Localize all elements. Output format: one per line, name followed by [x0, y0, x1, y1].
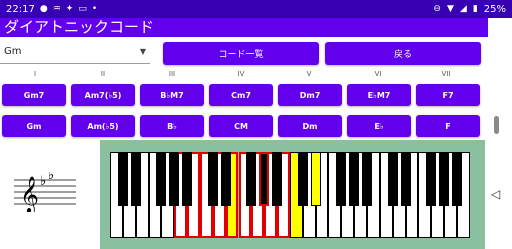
- chord-button-f7[interactable]: F7: [416, 84, 480, 106]
- degree-label-5: V: [306, 70, 312, 78]
- chord-button-gm[interactable]: Gm: [2, 115, 66, 137]
- black-key[interactable]: [117, 152, 128, 206]
- signal-icon: ◢: [459, 3, 467, 14]
- black-key[interactable]: [182, 152, 193, 206]
- black-key[interactable]: [451, 152, 462, 206]
- black-key[interactable]: [207, 152, 218, 206]
- battery-level: 25%: [483, 3, 506, 15]
- chord-button-amb5[interactable]: Am(♭5): [71, 115, 135, 137]
- wifi-icon: ▼: [446, 3, 454, 14]
- status-time: 22:17: [6, 3, 35, 15]
- more-dot-icon: •: [91, 3, 98, 14]
- chord-list-button[interactable]: コード一覧: [163, 42, 319, 65]
- app-root: 22:17 ● ♒ ✦ ▭ • ⊖ ▼ ◢ ▮ 25% ダイアトニックコード ◁…: [0, 0, 512, 249]
- degree-label-7: VII: [441, 70, 451, 78]
- treble-clef-icon: 𝄞: [20, 175, 39, 212]
- notification-icon: ♒: [52, 3, 61, 14]
- chord-button-f[interactable]: F: [416, 115, 480, 137]
- chord-button-gm7[interactable]: Gm7: [2, 84, 66, 106]
- flat-e-icon: ♭: [48, 172, 54, 183]
- black-key[interactable]: [246, 152, 257, 206]
- degree-label-1: I: [33, 70, 37, 78]
- black-key[interactable]: [310, 152, 321, 206]
- chord-button-bbm7[interactable]: B♭M7: [140, 84, 204, 106]
- app-title: ダイアトニックコード: [0, 18, 488, 37]
- navigation-strip: [488, 18, 512, 249]
- chord-button-am7b5[interactable]: Am7(♭5): [71, 84, 135, 106]
- black-key[interactable]: [220, 152, 231, 206]
- black-key[interactable]: [130, 152, 141, 206]
- back-button[interactable]: 戻る: [325, 42, 481, 65]
- black-key[interactable]: [439, 152, 450, 206]
- degree-label-2: II: [100, 70, 106, 78]
- black-key[interactable]: [387, 152, 398, 206]
- key-spinner[interactable]: Gm ▼: [0, 42, 150, 64]
- cast-icon: ▭: [78, 3, 87, 14]
- black-key[interactable]: [336, 152, 347, 206]
- chord-button-cm[interactable]: CM: [209, 115, 273, 137]
- flat-b-icon: ♭: [40, 174, 46, 189]
- key-signature-staff: 𝄞 ♭ ♭: [14, 172, 76, 212]
- black-key[interactable]: [272, 152, 283, 206]
- battery-icon: ▮: [472, 3, 478, 14]
- black-key[interactable]: [362, 152, 372, 206]
- degree-label-6: VI: [374, 70, 382, 78]
- degree-label-4: IV: [237, 70, 245, 78]
- black-key[interactable]: [169, 152, 180, 206]
- piano-keyboard[interactable]: [110, 152, 470, 238]
- chord-button-eb[interactable]: E♭: [347, 115, 411, 137]
- black-key[interactable]: [400, 152, 411, 206]
- key-spinner-value: Gm: [4, 46, 22, 57]
- status-bar: 22:17 ● ♒ ✦ ▭ • ⊖ ▼ ◢ ▮ 25%: [0, 0, 512, 18]
- black-key[interactable]: [426, 152, 437, 206]
- twitter-icon: ✦: [65, 3, 74, 14]
- nav-back-icon[interactable]: ◁: [491, 187, 500, 201]
- chord-button-cm7[interactable]: Cm7: [209, 84, 273, 106]
- chord-button-bb[interactable]: B♭: [140, 115, 204, 137]
- black-key[interactable]: [349, 152, 360, 206]
- dnd-icon: ⊖: [433, 3, 441, 14]
- black-key[interactable]: [259, 152, 270, 206]
- chord-button-dm[interactable]: Dm: [278, 115, 342, 137]
- chord-button-ebm7[interactable]: E♭M7: [347, 84, 411, 106]
- nav-handle[interactable]: [494, 116, 499, 134]
- chord-button-dm7[interactable]: Dm7: [278, 84, 342, 106]
- black-key[interactable]: [156, 152, 167, 206]
- degree-label-3: III: [168, 70, 176, 78]
- chevron-down-icon: ▼: [139, 47, 146, 56]
- facebook-icon: ●: [39, 3, 48, 14]
- black-key[interactable]: [297, 152, 308, 206]
